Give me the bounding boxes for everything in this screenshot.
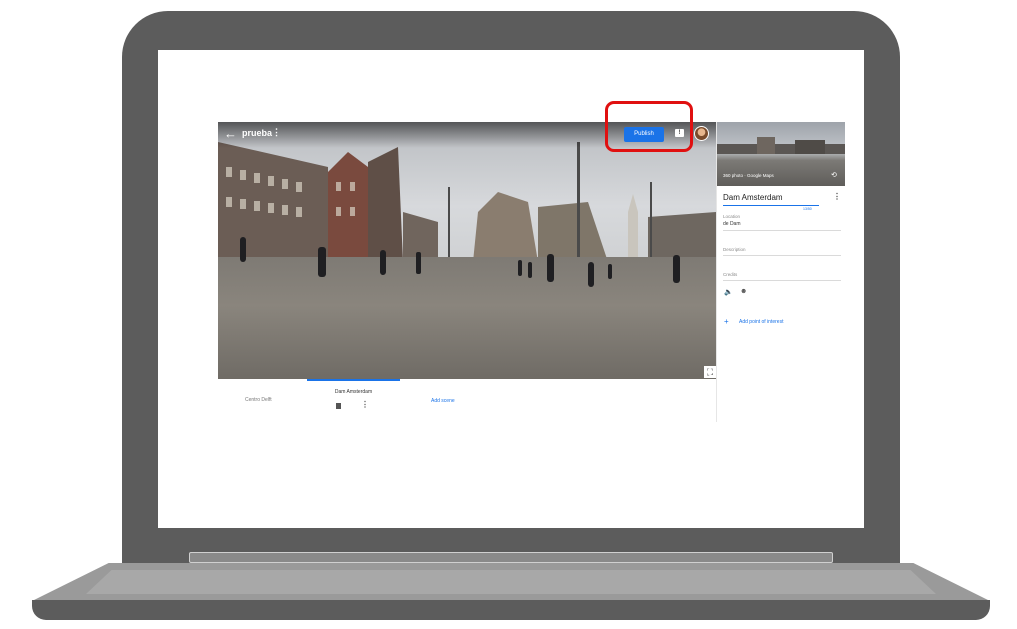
more-vert-icon[interactable]: ⋮ xyxy=(272,127,281,138)
scene-details-panel: 360 photo · Google Maps ⟲ Dam Amsterdam … xyxy=(716,122,845,422)
plus-icon[interactable]: + xyxy=(724,317,729,326)
rotate-icon[interactable]: ⟲ xyxy=(831,171,837,179)
delete-icon[interactable] xyxy=(336,403,341,409)
credits-field[interactable]: Credits xyxy=(723,272,737,277)
panorama-viewer[interactable]: ← prueba ⋮ Publish ! ⛶ xyxy=(218,122,716,379)
add-point-of-interest-button[interactable]: Add point of interest xyxy=(739,319,783,325)
laptop-deck-inner xyxy=(86,570,936,594)
tour-editor: ← prueba ⋮ Publish ! ⛶ Centro Delft Dam … xyxy=(218,122,845,422)
audio-icon[interactable]: 🔈 xyxy=(724,288,733,296)
fullscreen-icon[interactable]: ⛶ xyxy=(704,366,716,378)
description-field[interactable]: Description xyxy=(723,247,746,252)
avatar[interactable] xyxy=(694,126,709,141)
scene-strip: Centro Delft Dam Amsterdam ⋮ Add scene xyxy=(218,379,716,422)
description-underline xyxy=(723,255,841,256)
thumbnail-caption: 360 photo · Google Maps xyxy=(723,173,774,178)
scene-name-field[interactable]: Dam Amsterdam xyxy=(723,193,783,202)
location-underline xyxy=(723,230,841,231)
location-field[interactable]: de Dam xyxy=(723,221,741,227)
scene-item-centro-delft[interactable]: Centro Delft xyxy=(245,397,272,403)
laptop-hinge xyxy=(189,552,833,563)
char-count: 13/50 xyxy=(803,207,812,211)
scene-thumbnail[interactable]: 360 photo · Google Maps ⟲ xyxy=(717,122,845,186)
scene-name-underline xyxy=(723,205,819,206)
add-scene-button[interactable]: Add scene xyxy=(431,398,455,404)
voice-over-icon[interactable]: ☻ xyxy=(740,288,747,295)
location-label: Location xyxy=(723,214,741,219)
project-title[interactable]: prueba xyxy=(242,128,272,138)
scene-more-icon[interactable]: ⋮ xyxy=(361,400,369,409)
scene-item-dam-amsterdam[interactable]: Dam Amsterdam xyxy=(307,389,400,395)
active-scene-indicator xyxy=(307,379,400,381)
publish-highlight-box xyxy=(605,101,693,152)
laptop-base xyxy=(32,600,990,620)
panel-more-icon[interactable]: ⋮ xyxy=(833,192,841,201)
credits-underline xyxy=(723,280,841,281)
people xyxy=(240,237,680,287)
arrow-back-icon[interactable]: ← xyxy=(224,126,237,141)
